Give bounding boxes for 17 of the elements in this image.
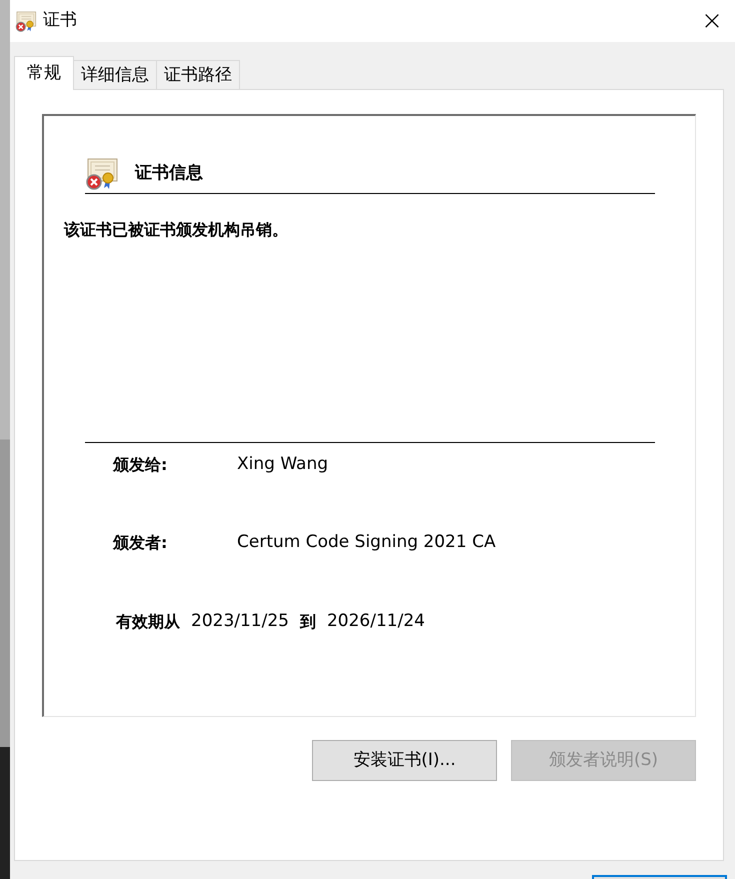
field-value: Xing Wang [237,453,328,476]
revoked-certificate-icon [85,156,119,190]
field-label: 颁发者: [113,532,168,554]
validity-label: 有效期从 [116,610,180,633]
field-value: Certum Code Signing 2021 CA [237,531,496,554]
status-message: 该证书已被证书颁发机构吊销。 [64,219,289,241]
revoked-certificate-icon [15,10,37,32]
tab[interactable]: 常规 [14,56,74,90]
window-title: 证书 [43,9,77,32]
field-label: 颁发给: [113,454,168,476]
close-button[interactable]: × [689,0,735,42]
validity-to-label: 到 [300,610,316,633]
valid-to-date: 2026/11/24 [326,610,425,633]
section-heading: 证书信息 [135,162,203,184]
install-certificate-button[interactable]: 安装证书(I)... [312,740,497,781]
tab[interactable]: 证书路径 [156,60,240,89]
valid-from-date: 2023/11/25 [191,610,289,633]
